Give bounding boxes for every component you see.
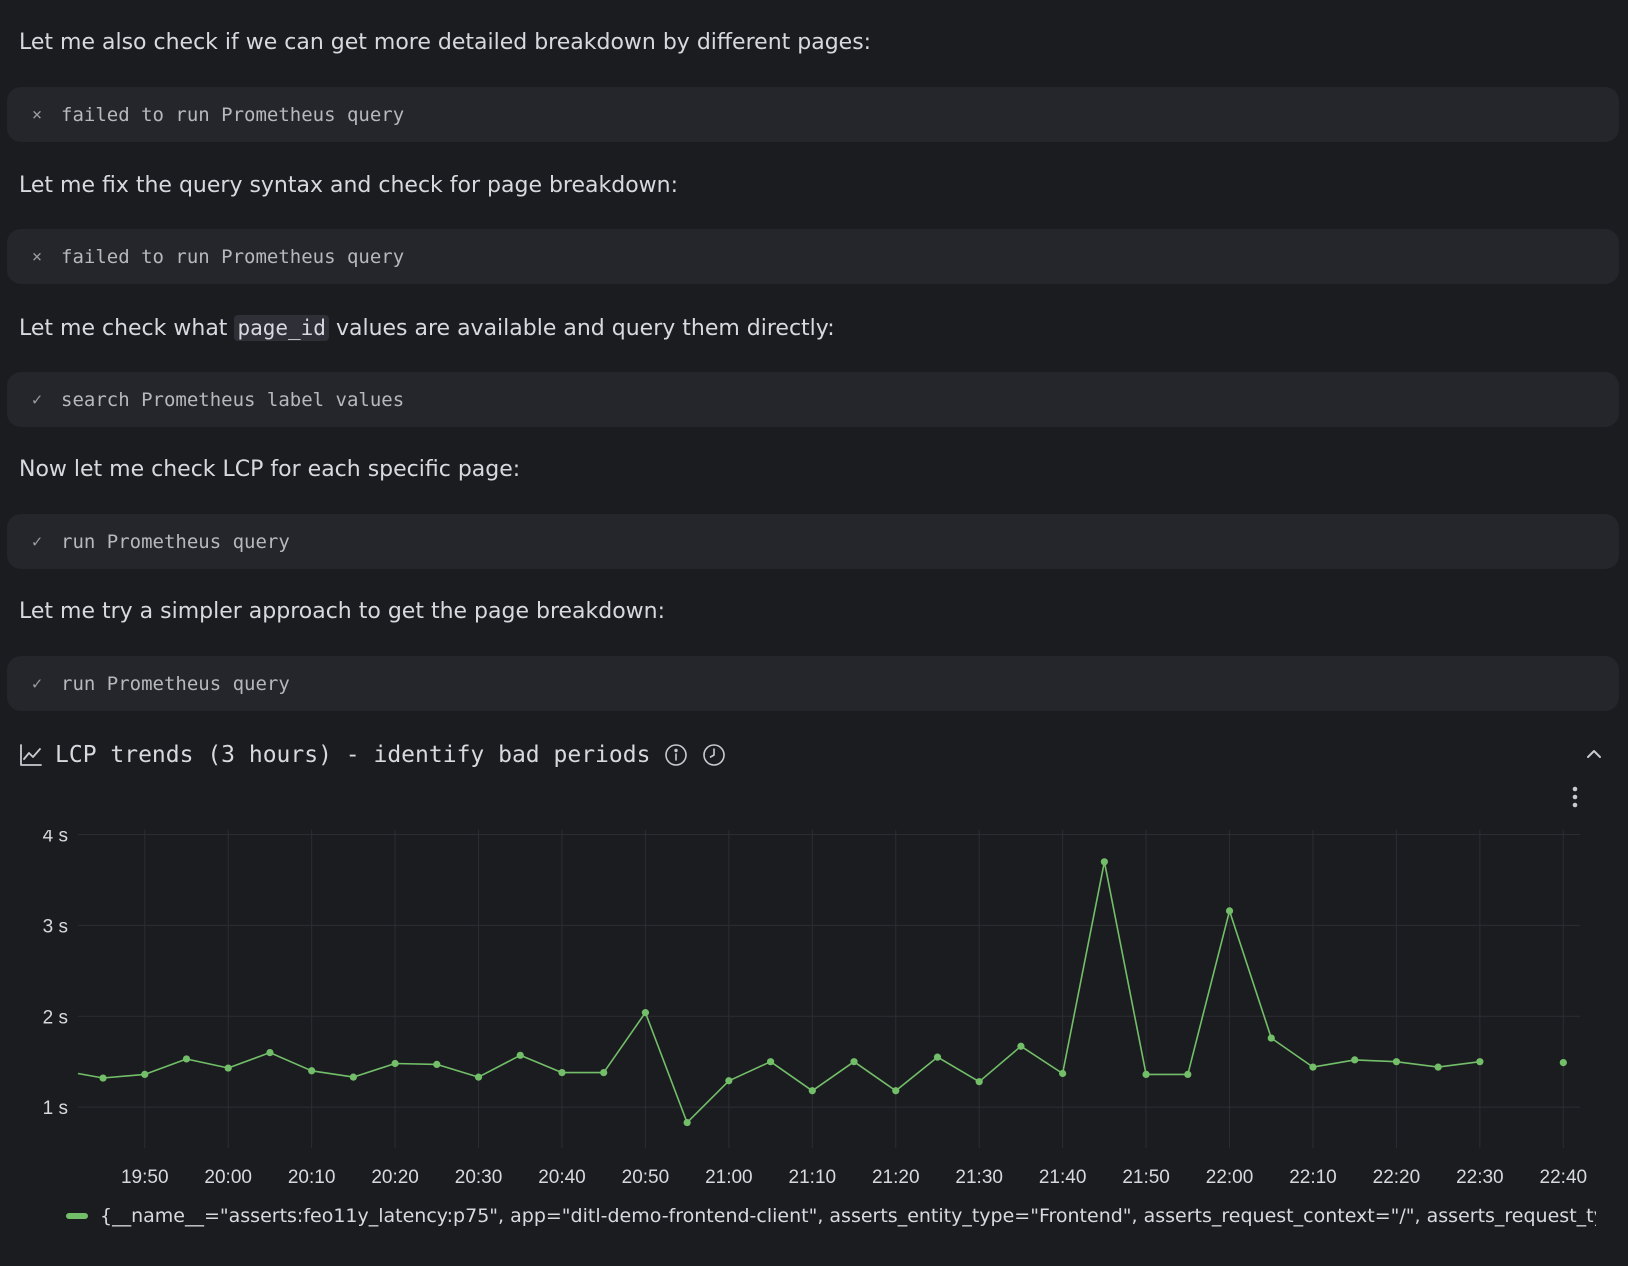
tool-call-label: search Prometheus label values bbox=[61, 388, 405, 411]
data-point bbox=[474, 1073, 483, 1081]
data-point bbox=[850, 1058, 858, 1066]
x-tick-label: 21:00 bbox=[705, 1167, 753, 1188]
assistant-message: Now let me check LCP for each specific p… bbox=[19, 457, 521, 482]
legend-label: {__name__="asserts:feo11y_latency:p75", … bbox=[100, 1205, 1596, 1227]
data-point bbox=[766, 1058, 775, 1066]
x-tick-label: 22:30 bbox=[1456, 1167, 1504, 1188]
legend-swatch bbox=[66, 1213, 88, 1219]
assistant-message: Let me fix the query syntax and check fo… bbox=[19, 173, 679, 198]
x-tick-label: 21:40 bbox=[1039, 1167, 1087, 1188]
tool-call-label: failed to run Prometheus query bbox=[61, 103, 405, 126]
data-point bbox=[1476, 1058, 1484, 1066]
lcp-line-chart: 1 s 2 s 3 s 4 s 19:50 20:00 20:10 20:20 20:30 20:… bbox=[43, 830, 1588, 1188]
tool-call-success[interactable]: ✓ run Prometheus query bbox=[7, 514, 1619, 569]
tool-call-label: run Prometheus query bbox=[61, 672, 290, 695]
message-text: values are available and query them dire… bbox=[335, 316, 835, 341]
tool-call-failed[interactable]: × failed to run Prometheus query bbox=[7, 229, 1619, 284]
x-tick-label: 22:00 bbox=[1206, 1167, 1254, 1188]
data-point bbox=[933, 1053, 942, 1061]
data-point bbox=[683, 1118, 691, 1127]
check-icon: ✓ bbox=[31, 531, 43, 552]
x-tick-label: 19:50 bbox=[121, 1167, 169, 1188]
data-point bbox=[99, 1074, 107, 1082]
x-icon: × bbox=[31, 104, 43, 125]
y-tick-label: 4 s bbox=[43, 830, 68, 847]
inline-code: page_id bbox=[234, 315, 329, 341]
data-point bbox=[1184, 1070, 1192, 1079]
data-point bbox=[1559, 1058, 1567, 1067]
y-tick-label: 2 s bbox=[43, 1007, 68, 1028]
assistant-message: Let me check what page_id values are ava… bbox=[19, 313, 835, 344]
tool-call-failed[interactable]: × failed to run Prometheus query bbox=[7, 87, 1619, 142]
x-tick-label: 21:50 bbox=[1122, 1167, 1170, 1188]
data-point bbox=[349, 1073, 357, 1081]
x-tick-label: 22:10 bbox=[1289, 1167, 1337, 1188]
x-tick-label: 20:30 bbox=[455, 1167, 503, 1188]
x-tick-label: 21:10 bbox=[789, 1167, 837, 1188]
data-point bbox=[1351, 1056, 1359, 1064]
data-point bbox=[600, 1068, 608, 1077]
data-point bbox=[558, 1068, 566, 1077]
data-point bbox=[725, 1077, 733, 1085]
assistant-message: Let me also check if we can get more det… bbox=[19, 30, 872, 55]
data-point bbox=[182, 1055, 191, 1063]
x-tick-label: 20:10 bbox=[288, 1167, 336, 1188]
panel-header: LCP trends (3 hours) - identify bad peri… bbox=[19, 737, 1609, 773]
x-tick-label: 22:40 bbox=[1540, 1167, 1588, 1188]
data-point bbox=[892, 1087, 900, 1095]
y-tick-label: 3 s bbox=[43, 916, 68, 937]
chevron-up-icon[interactable] bbox=[1582, 742, 1606, 766]
data-point bbox=[433, 1060, 441, 1069]
info-icon[interactable] bbox=[664, 743, 688, 767]
chart-legend[interactable]: {__name__="asserts:feo11y_latency:p75", … bbox=[66, 1202, 1596, 1230]
panel-title: LCP trends (3 hours) - identify bad peri… bbox=[55, 742, 651, 768]
x-tick-label: 20:40 bbox=[538, 1167, 586, 1188]
message-text: Let me check what bbox=[19, 316, 228, 341]
x-tick-label: 20:00 bbox=[204, 1167, 252, 1188]
data-point bbox=[1225, 907, 1234, 915]
data-point bbox=[808, 1087, 816, 1095]
x-tick-label: 20:50 bbox=[622, 1167, 670, 1188]
data-point bbox=[641, 1009, 650, 1017]
data-point bbox=[224, 1064, 232, 1072]
y-tick-label: 1 s bbox=[43, 1098, 68, 1119]
data-point bbox=[1267, 1034, 1275, 1042]
data-point bbox=[516, 1051, 524, 1059]
data-point bbox=[1392, 1058, 1401, 1066]
x-tick-label: 21:20 bbox=[872, 1167, 920, 1188]
data-point bbox=[1059, 1069, 1067, 1078]
data-point bbox=[141, 1070, 149, 1079]
kebab-menu-icon[interactable] bbox=[1565, 783, 1585, 813]
data-point bbox=[1100, 858, 1108, 866]
data-point bbox=[1017, 1042, 1025, 1050]
tool-call-success[interactable]: ✓ search Prometheus label values bbox=[7, 372, 1619, 427]
data-point bbox=[308, 1067, 316, 1075]
x-tick-label: 22:20 bbox=[1373, 1167, 1421, 1188]
series-line bbox=[77, 860, 1481, 1124]
data-point bbox=[1434, 1063, 1442, 1071]
data-point bbox=[1309, 1063, 1317, 1071]
data-point bbox=[391, 1059, 399, 1068]
x-tick-label: 21:30 bbox=[955, 1167, 1003, 1188]
data-point bbox=[975, 1078, 983, 1086]
clock-icon[interactable] bbox=[702, 743, 726, 767]
line-chart-icon bbox=[19, 743, 43, 767]
check-icon: ✓ bbox=[31, 673, 43, 694]
assistant-message: Let me try a simpler approach to get the… bbox=[19, 599, 666, 624]
data-point bbox=[266, 1049, 274, 1057]
chat-transcript: Let me also check if we can get more det… bbox=[0, 0, 1628, 1266]
x-icon: × bbox=[31, 246, 43, 267]
tool-call-label: run Prometheus query bbox=[61, 530, 290, 553]
tool-call-label: failed to run Prometheus query bbox=[61, 245, 405, 268]
check-icon: ✓ bbox=[31, 389, 43, 410]
tool-call-success[interactable]: ✓ run Prometheus query bbox=[7, 656, 1619, 711]
data-point bbox=[1142, 1070, 1150, 1079]
x-tick-label: 20:20 bbox=[371, 1167, 419, 1188]
